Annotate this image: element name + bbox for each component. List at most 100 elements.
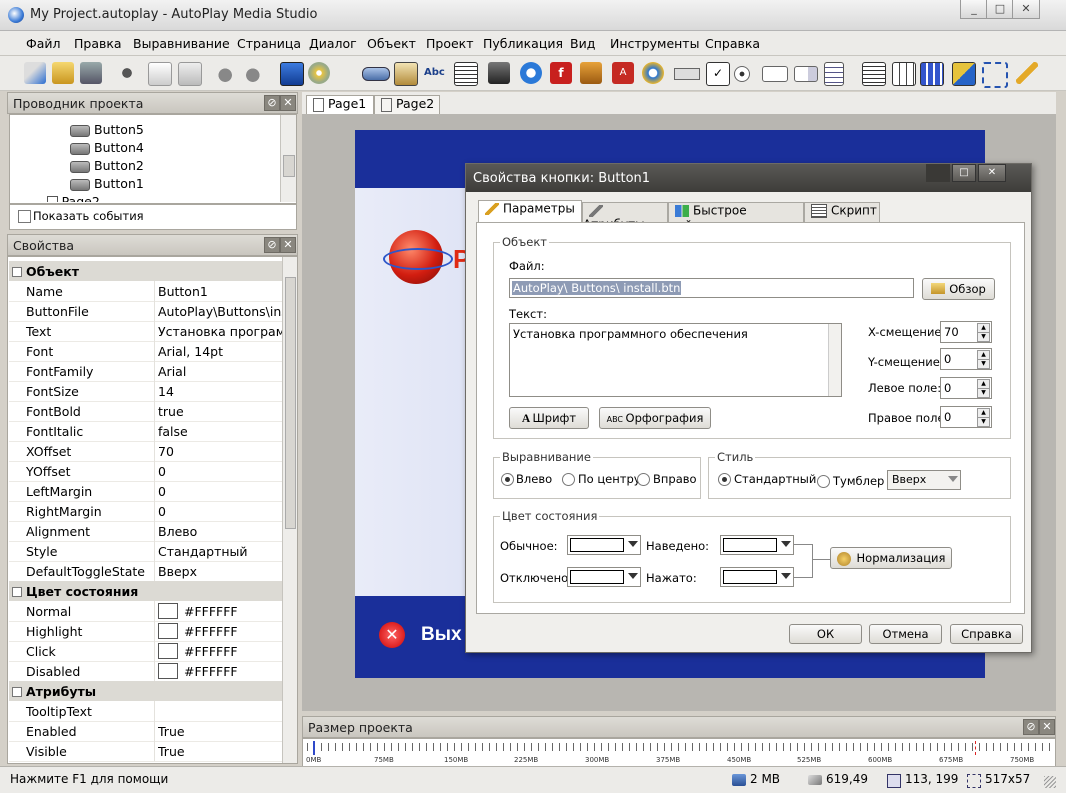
color-swatch[interactable] [158,603,178,619]
collapse-icon[interactable] [12,687,22,697]
menu-help[interactable]: Справка [705,36,760,51]
property-value[interactable]: #FFFFFF [184,644,297,659]
tab-parameters[interactable]: Параметры [478,200,582,224]
property-value[interactable]: 14 [158,384,284,399]
pressed-color-select[interactable] [720,567,794,587]
preview-icon[interactable] [280,62,304,86]
category-attributes[interactable]: Атрибуты [9,681,284,701]
close-icon[interactable]: ✕ [280,237,296,253]
save-icon[interactable] [80,62,102,84]
menu-align[interactable]: Выравнивание [133,36,230,51]
property-row[interactable]: Normal #FFFFFF [9,601,284,622]
property-row[interactable]: ButtonFile AutoPlay\Buttons\inst [9,301,284,322]
menu-object[interactable]: Объект [367,36,416,51]
pdf-object-icon[interactable]: A [612,62,634,84]
cancel-button[interactable]: Отмена [869,624,942,644]
button-object-icon[interactable] [362,67,390,81]
label-object-icon[interactable]: Abc [424,62,446,84]
property-row[interactable]: XOffset 70 [9,441,284,462]
spelling-button[interactable]: ABC Орфография [599,407,711,429]
pencil-icon[interactable] [1016,62,1038,84]
property-row[interactable]: Click #FFFFFF [9,641,284,662]
tree-item-page2[interactable]: ▸ Page2 [40,194,100,202]
align-center-radio[interactable] [562,473,575,486]
tree-object-icon[interactable] [862,62,886,86]
quicktime-object-icon[interactable] [520,62,542,84]
ok-button[interactable]: ОК [789,624,862,644]
menu-tools[interactable]: Инструменты [610,36,699,51]
tree-item-button5[interactable]: Button5 [70,122,144,137]
left-margin-spinner[interactable]: 0 ▲ ▼ [940,377,992,399]
tree-scrollbar[interactable] [280,115,296,202]
property-value[interactable]: True [158,744,284,759]
close-icon[interactable]: ✕ [1039,719,1055,735]
align-left-radio[interactable] [501,473,514,486]
property-row[interactable]: Disabled #FFFFFF [9,661,284,682]
property-value[interactable]: #FFFFFF [184,624,297,639]
menu-file[interactable]: Файл [26,36,61,51]
tab-attributes[interactable]: Атрибуты [582,202,668,232]
toggle-state-select[interactable]: Вверх [887,470,961,490]
property-row[interactable]: Font Arial, 14pt [9,341,284,362]
menu-publish[interactable]: Публикация [483,36,563,51]
font-button[interactable]: A Шрифт [509,407,589,429]
align-right-radio[interactable] [637,473,650,486]
normalize-button[interactable]: Нормализация [830,547,952,569]
radio-object-icon[interactable] [734,66,750,82]
image-object-icon[interactable] [394,62,418,86]
menu-view[interactable]: Вид [570,36,595,51]
maximize-button[interactable]: □ [986,0,1014,19]
property-row[interactable]: LeftMargin 0 [9,481,284,502]
resize-grip-icon[interactable] [1044,776,1056,788]
flash-object-icon[interactable]: f [550,62,572,84]
show-events-checkbox[interactable] [18,210,31,223]
tab-page1[interactable]: Page1 [306,95,374,114]
category-object[interactable]: Объект [9,261,284,281]
color-swatch[interactable] [158,643,178,659]
pin-icon[interactable]: ⊘ [264,95,280,111]
property-row[interactable]: Highlight #FFFFFF [9,621,284,642]
property-value[interactable]: 0 [158,464,284,479]
file-input[interactable]: AutoPlay\ Buttons\ install.btn [509,278,914,298]
tree-item-button1[interactable]: Button1 [70,176,144,191]
publish-cd-icon[interactable] [308,62,330,84]
property-value[interactable]: 0 [158,504,284,519]
dialog-maximize-button[interactable]: □ [952,164,976,182]
property-row[interactable]: Name Button1 [9,281,284,302]
property-value[interactable]: True [158,724,284,739]
web-object-icon[interactable] [642,62,664,84]
menu-dialog[interactable]: Диалог [309,36,357,51]
xoffset-spinner[interactable]: 70 ▲ ▼ [940,321,992,343]
property-row[interactable]: Text Установка программн [9,321,284,342]
browse-button[interactable]: Обзор [922,278,995,300]
property-value[interactable]: AutoPlay\Buttons\inst [158,304,284,319]
menu-edit[interactable]: Правка [74,36,122,51]
collapse-icon[interactable] [12,267,22,277]
close-icon[interactable]: ✕ [280,95,296,111]
category-state-color[interactable]: Цвет состояния [9,581,284,601]
property-row[interactable]: FontFamily Arial [9,361,284,382]
property-row[interactable]: RightMargin 0 [9,501,284,522]
property-value[interactable]: 70 [158,444,284,459]
cut-icon[interactable] [116,62,138,84]
copy-icon[interactable] [148,62,172,86]
help-button[interactable]: Справка [950,624,1023,644]
text-area[interactable]: Установка программного обеспечения [509,323,842,397]
video-object-icon[interactable] [488,62,510,84]
property-value[interactable]: true [158,404,284,419]
properties-scrollbar[interactable] [282,257,297,763]
yoffset-spinner[interactable]: 0 ▲ ▼ [940,348,992,370]
color-swatch[interactable] [158,663,178,679]
color-swatch[interactable] [158,623,178,639]
close-button[interactable]: ✕ [1012,0,1040,19]
listbox-object-icon[interactable] [824,62,844,86]
property-row[interactable]: Style Стандартный [9,541,284,562]
property-value[interactable]: Arial [158,364,284,379]
property-value[interactable]: 0 [158,484,284,499]
pin-icon[interactable]: ⊘ [1023,719,1039,735]
wand-icon[interactable] [24,62,46,84]
menu-page[interactable]: Страница [237,36,301,51]
progress-object-icon[interactable] [920,62,944,86]
property-row[interactable]: Enabled True [9,721,284,742]
tree-item-button4[interactable]: Button4 [70,140,144,155]
